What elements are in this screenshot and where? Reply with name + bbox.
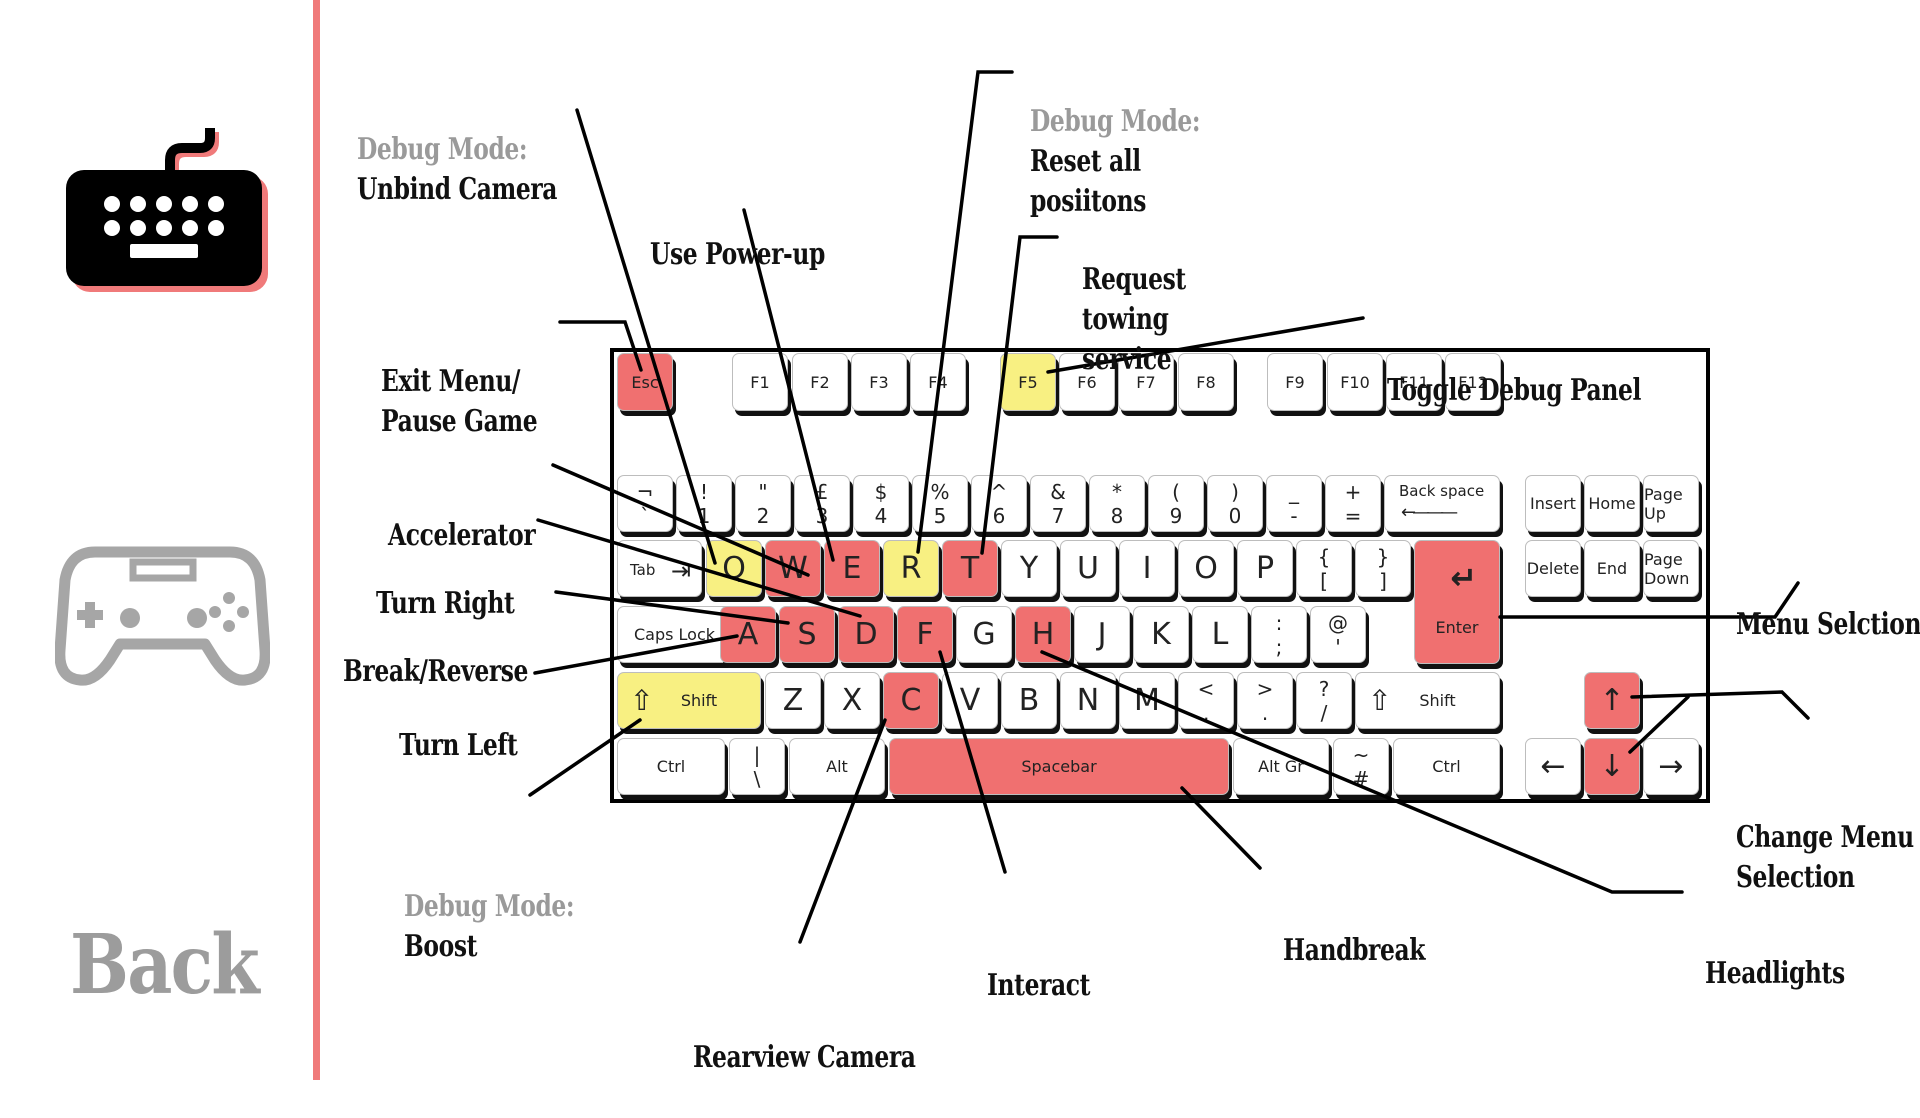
line-boost <box>528 718 642 797</box>
label-request-towing: Request towing service <box>1082 262 1186 377</box>
line-interact <box>938 650 1007 874</box>
label-menu-selection: Menu Selction <box>1736 607 1920 642</box>
line-towing <box>980 235 1059 555</box>
label-turn-left: Turn Left <box>399 728 518 763</box>
line-accelerator <box>551 463 810 577</box>
line-turn-left <box>533 634 739 675</box>
line-rearview <box>798 718 887 944</box>
line-change-menu <box>1630 690 1810 720</box>
label-boost: Debug Mode: Boost <box>404 889 575 964</box>
line-reset <box>916 70 1014 554</box>
label-change-menu-selection: Change Menu Selection <box>1736 820 1914 895</box>
line-handbreak <box>1180 786 1262 870</box>
label-unbind-camera: Debug Mode: Unbind Camera <box>357 132 558 207</box>
label-interact: Interact <box>987 968 1091 1003</box>
line-exit <box>558 320 643 372</box>
label-toggle-debug: Toggle Debug Panel <box>1387 373 1641 408</box>
line-change-menu-2 <box>1628 695 1690 754</box>
line-turn-right <box>536 518 862 618</box>
line-break <box>554 590 790 625</box>
label-rearview-camera: Rearview Camera <box>693 1040 916 1075</box>
label-handbreak: Handbreak <box>1283 933 1426 968</box>
callout-lines <box>528 70 1810 944</box>
label-use-powerup: Use Power-up <box>650 237 825 272</box>
